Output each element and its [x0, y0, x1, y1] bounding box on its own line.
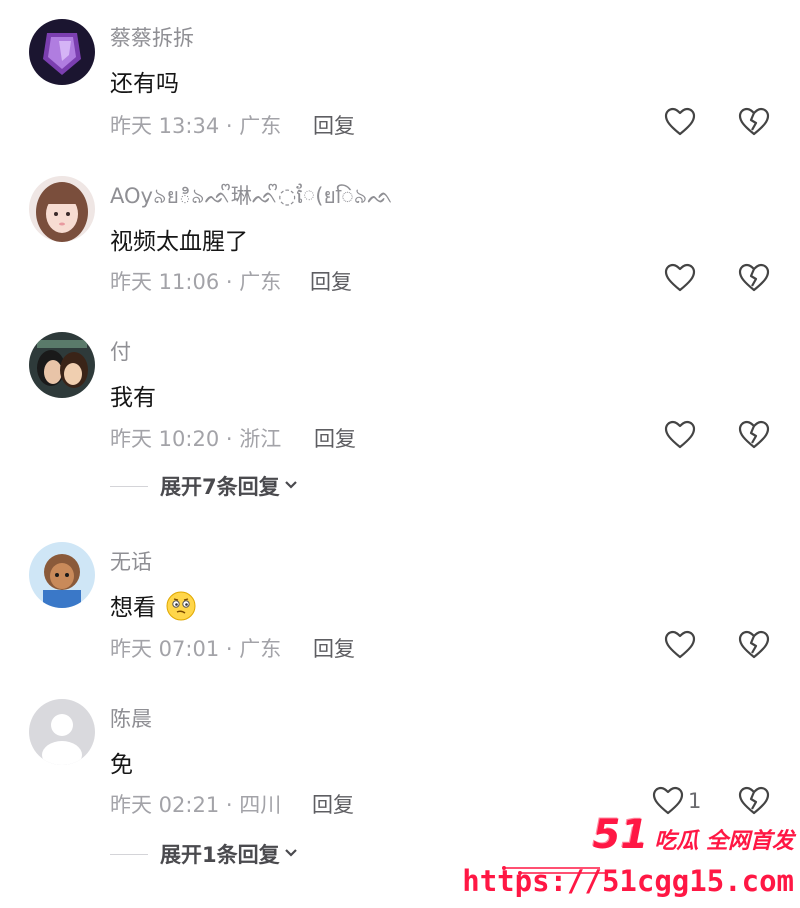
heart-outline-icon	[664, 107, 696, 136]
chevron-down-icon	[284, 478, 298, 494]
avatar[interactable]	[29, 332, 95, 398]
like-button[interactable]	[664, 418, 700, 452]
username[interactable]: 蔡蔡拆拆	[110, 22, 194, 52]
expand-replies-label: 展开1条回复	[160, 843, 280, 867]
broken-heart-icon	[738, 630, 770, 659]
reply-button[interactable]: 回复	[312, 789, 354, 819]
comment-meta: 昨天 02:21 · 四川	[110, 793, 282, 817]
comment-meta: 昨天 11:06 · 广东	[110, 270, 282, 294]
like-button[interactable]	[664, 628, 700, 662]
like-button[interactable]	[664, 105, 700, 139]
expand-replies-label: 展开7条回复	[160, 475, 280, 499]
reply-button[interactable]: 回复	[313, 110, 355, 140]
expand-replies-button[interactable]: 展开1条回复	[110, 839, 298, 869]
watermark-name: 吃瓜 全网首发	[654, 829, 794, 854]
avatar[interactable]	[29, 19, 95, 85]
username[interactable]: 付	[110, 336, 131, 366]
comment-text: 免	[110, 752, 133, 778]
avatar[interactable]	[29, 699, 95, 765]
expand-replies-button[interactable]: 展开7条回复	[110, 471, 298, 501]
dislike-button[interactable]	[738, 263, 770, 297]
like-button[interactable]	[664, 261, 700, 295]
watermark-url: https://51cgg15.com	[462, 864, 794, 898]
divider	[110, 485, 148, 487]
divider	[110, 853, 148, 855]
comment-text: 还有吗	[110, 71, 179, 97]
comment-text: 视频太血腥了	[110, 229, 248, 255]
dislike-button[interactable]	[738, 630, 770, 664]
avatar[interactable]	[29, 176, 95, 242]
heart-outline-icon	[664, 263, 696, 292]
watermark: 51 吃瓜 全网首发 https://51cgg15.com	[462, 808, 800, 908]
dislike-button[interactable]	[738, 107, 770, 141]
broken-heart-icon	[738, 107, 770, 136]
comment-text-content: 想看	[110, 595, 156, 621]
thinking-emoji-icon	[165, 590, 197, 628]
reply-button[interactable]: 回复	[313, 633, 355, 663]
username[interactable]: 陈晨	[110, 703, 152, 733]
reply-button[interactable]: 回复	[310, 266, 352, 296]
dislike-button[interactable]	[738, 420, 770, 454]
comment-text: 想看	[110, 588, 197, 628]
watermark-number: 51	[592, 812, 649, 858]
reply-button[interactable]: 回复	[314, 423, 356, 453]
watermark-brand: 51 吃瓜 全网首发	[593, 812, 794, 858]
heart-outline-icon	[664, 420, 696, 449]
broken-heart-icon	[738, 263, 770, 292]
broken-heart-icon	[738, 420, 770, 449]
comment-text: 我有	[110, 385, 156, 411]
avatar[interactable]	[29, 542, 95, 608]
chevron-down-icon	[284, 846, 298, 862]
comment-meta: 昨天 10:20 · 浙江	[110, 427, 282, 451]
heart-outline-icon	[664, 630, 696, 659]
comment-meta: 昨天 07:01 · 广东	[110, 637, 282, 661]
username[interactable]: 无话	[110, 546, 152, 576]
username[interactable]: AOy৯ยి৯ᨒᩚ琳ᨒᩚ◌ែ(ยि৯ᨒ	[110, 180, 393, 215]
comment-meta: 昨天 13:34 · 广东	[110, 114, 282, 138]
